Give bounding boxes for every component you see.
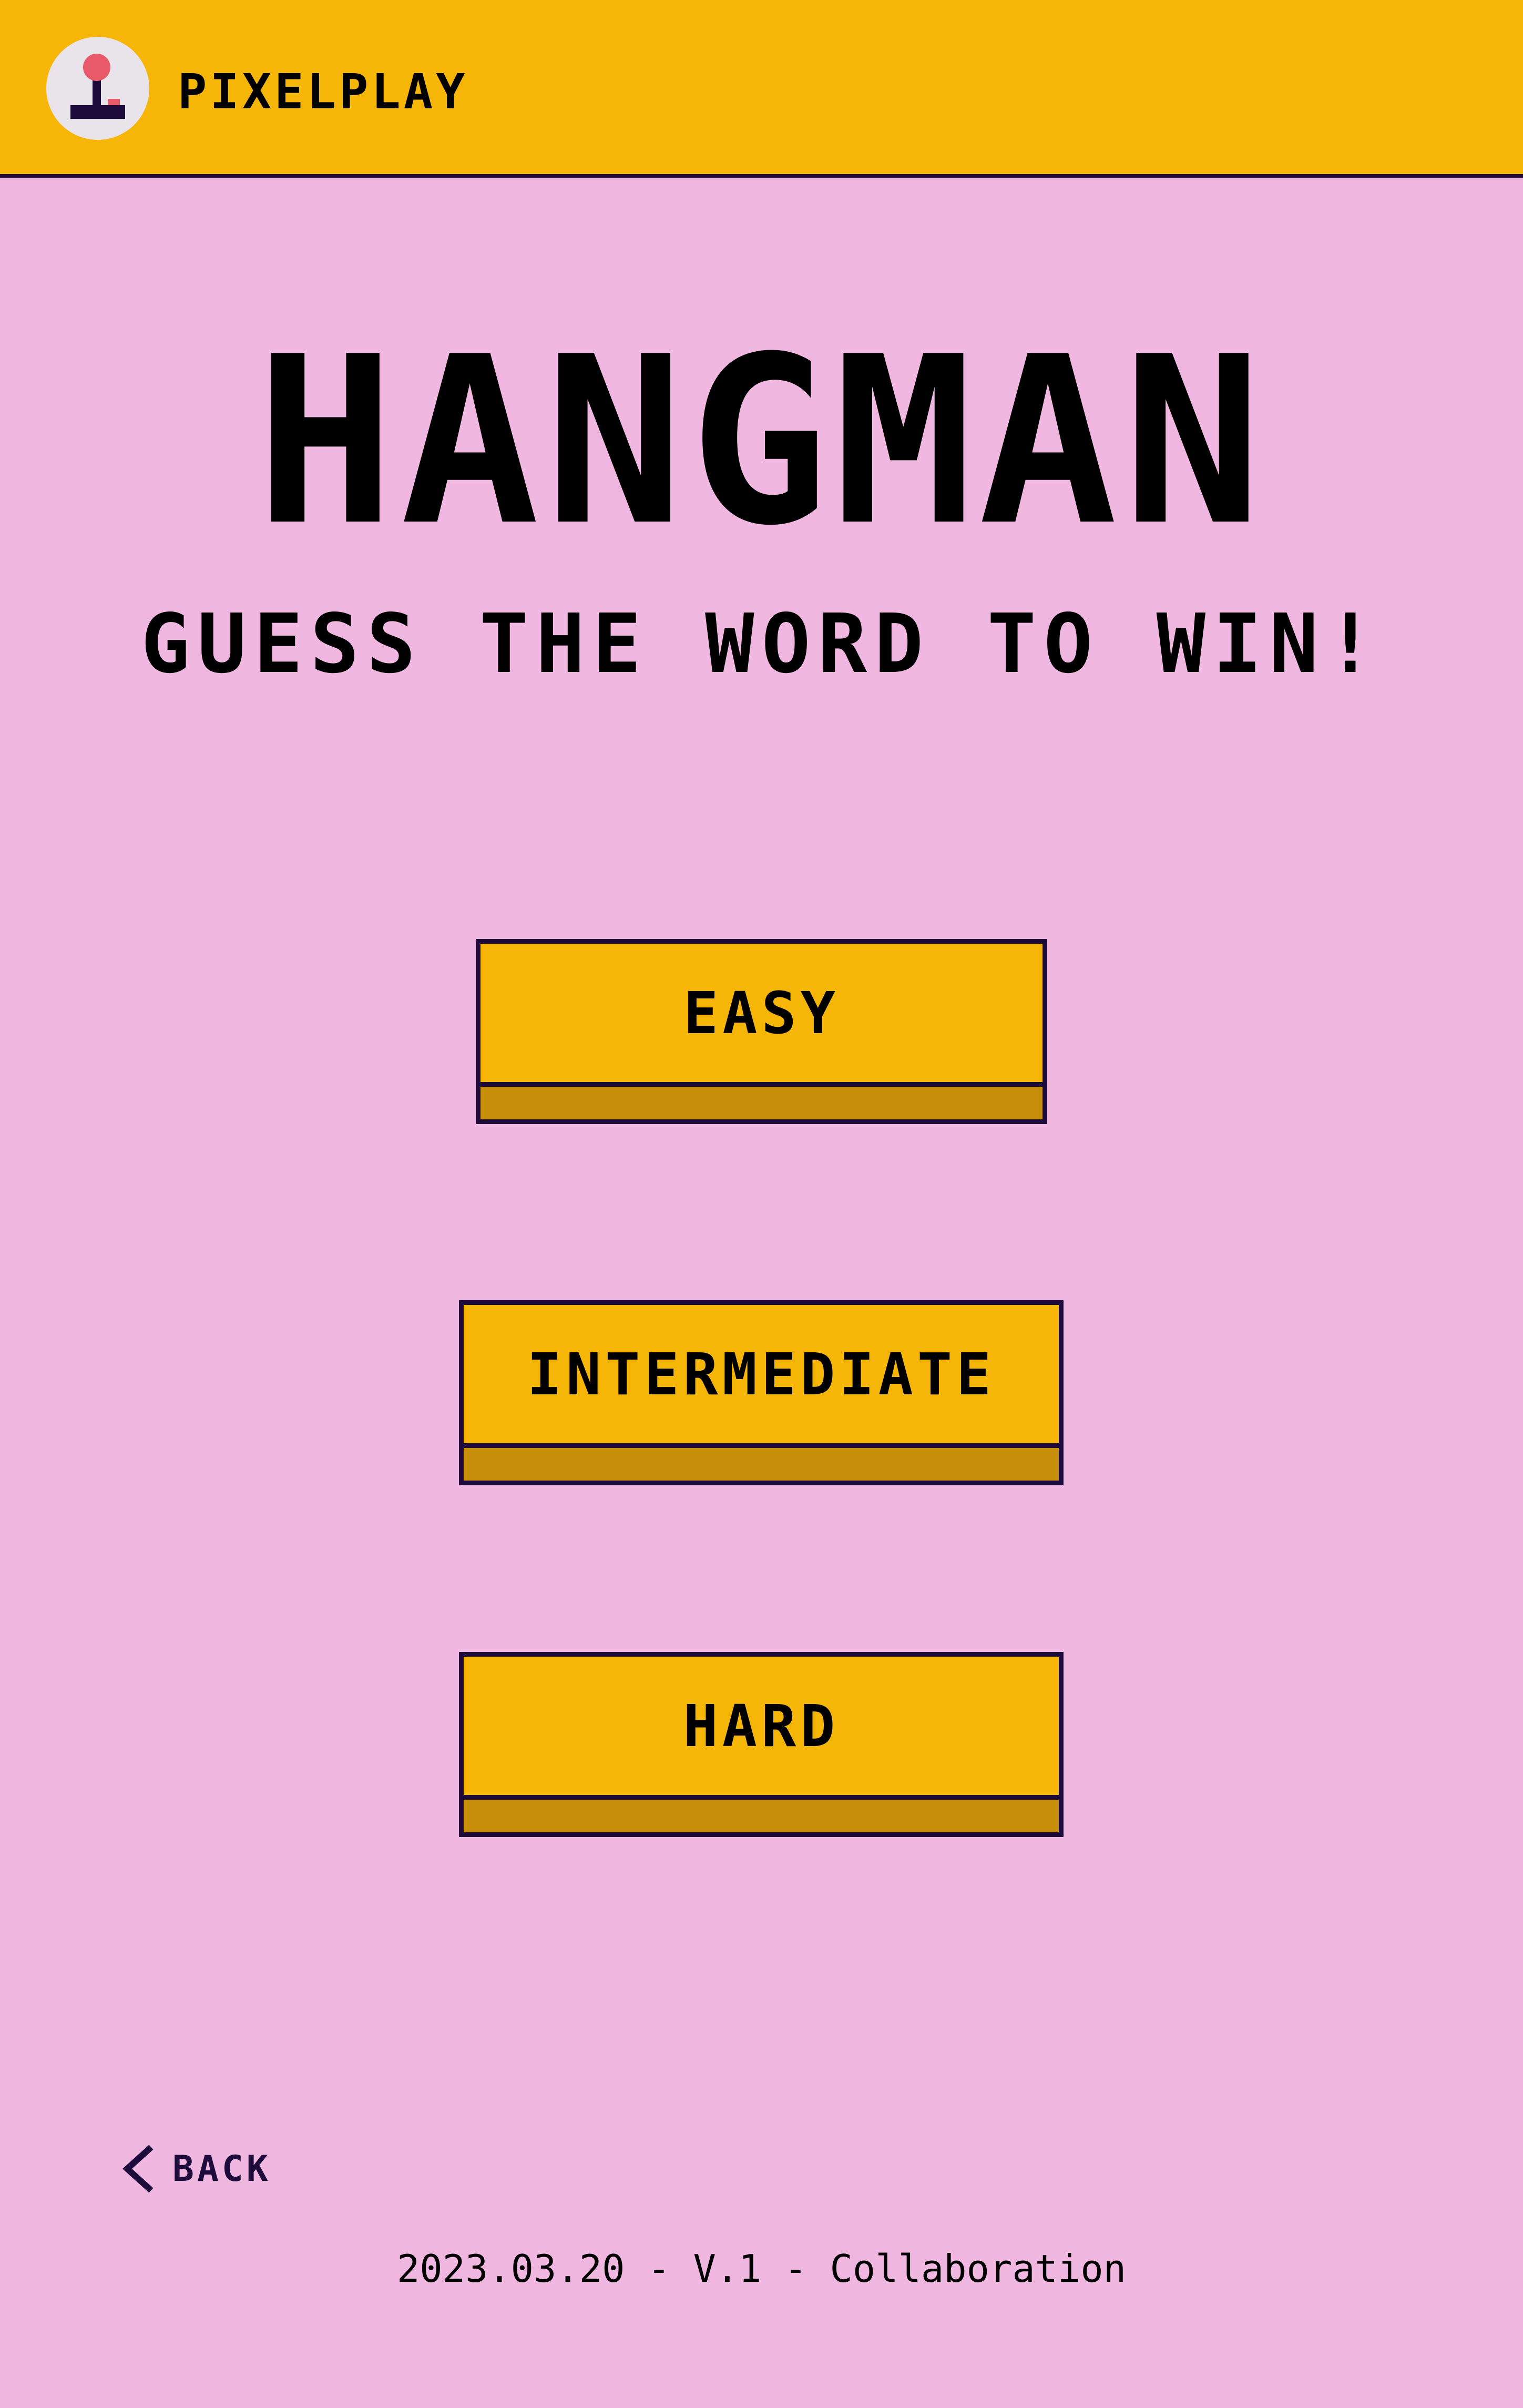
- back-button[interactable]: BACK: [120, 2142, 271, 2195]
- intermediate-button[interactable]: INTERMEDIATE: [459, 1300, 1064, 1485]
- page-subtitle: GUESS THE WORD TO WIN!: [141, 596, 1382, 691]
- easy-button[interactable]: EASY: [476, 939, 1047, 1124]
- brand-name: PIXELPLAY: [178, 64, 468, 120]
- easy-button-label: EASY: [481, 944, 1042, 1087]
- joystick-icon: [70, 54, 125, 119]
- footer-version: 2023.03.20 - V.1 - Collaboration: [396, 2247, 1127, 2291]
- page-title: HANGMAN: [255, 307, 1268, 576]
- intermediate-button-label: INTERMEDIATE: [464, 1305, 1059, 1448]
- hard-button[interactable]: HARD: [459, 1652, 1064, 1837]
- logo[interactable]: [46, 37, 149, 140]
- chevron-left-icon: [122, 2145, 154, 2192]
- hard-button-label: HARD: [464, 1657, 1059, 1800]
- back-label: BACK: [172, 2148, 271, 2190]
- app-header: PIXELPLAY: [0, 0, 1523, 178]
